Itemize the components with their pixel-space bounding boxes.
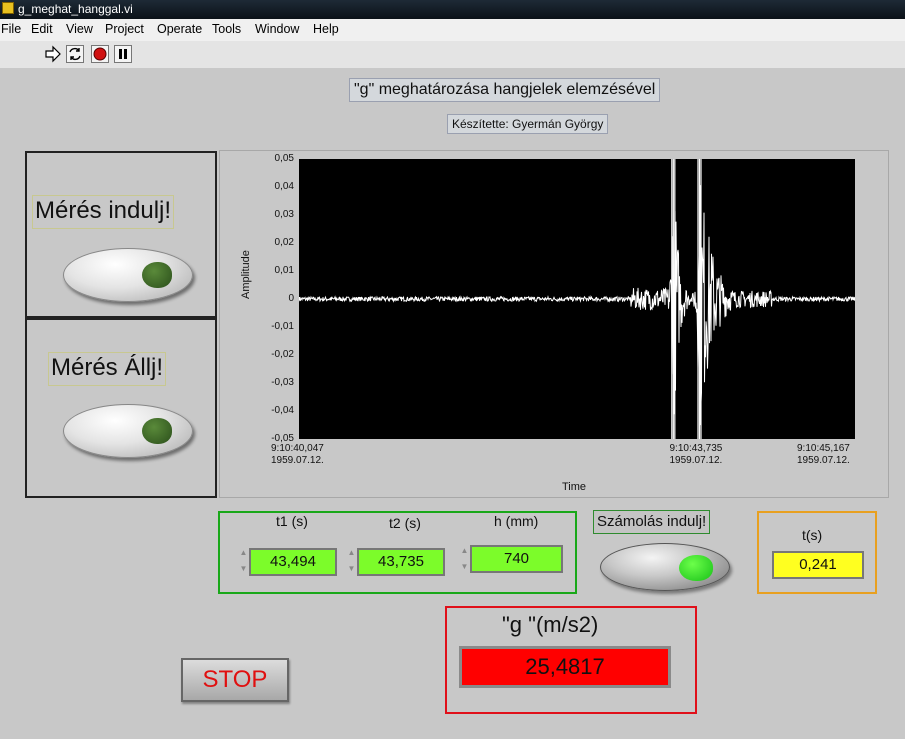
y-tick-label: 0,04: [274, 181, 294, 192]
stop-measurement-frame: Mérés Állj!: [25, 318, 217, 498]
menu-help[interactable]: Help: [313, 22, 339, 36]
y-tick-label: 0,03: [274, 209, 294, 220]
x-tick-label: 9:10:43,735 1959.07.12.: [669, 443, 723, 466]
x-axis-title: Time: [562, 481, 587, 493]
toolbar: [0, 41, 905, 69]
button-led-icon: [142, 262, 172, 288]
menu-bar: File Edit View Project Operate Tools Win…: [0, 19, 905, 41]
t-label: t(s): [802, 527, 823, 543]
abort-icon[interactable]: [91, 45, 109, 63]
front-panel: "g" meghatározása hangjelek elemzésével …: [0, 68, 905, 739]
menu-edit[interactable]: Edit: [31, 22, 53, 36]
t1-label: t1 (s): [276, 513, 308, 529]
page-title: "g" meghatározása hangjelek elemzésével: [349, 78, 661, 102]
waveform-plot: [298, 159, 856, 439]
waveform-trace: [298, 185, 856, 426]
plot-area[interactable]: [298, 159, 856, 439]
y-tick-label: -0,03: [271, 377, 294, 388]
labview-app-icon: [2, 2, 14, 14]
y-tick-label: -0,04: [271, 405, 294, 416]
menu-operate[interactable]: Operate: [157, 22, 202, 36]
decrement-icon[interactable]: ▼: [239, 562, 248, 576]
run-continuously-icon[interactable]: [66, 45, 84, 63]
menu-tools[interactable]: Tools: [212, 22, 241, 36]
input-controls-cluster: t1 (s) t2 (s) h (mm) ▲ ▼ 43,494 ▲ ▼ 43,7…: [218, 511, 577, 594]
calculate-button[interactable]: [600, 543, 730, 591]
decrement-icon[interactable]: ▼: [347, 562, 356, 576]
y-axis-title: Amplitude: [240, 250, 252, 299]
y-tick-label: -0,02: [271, 349, 294, 360]
y-tick-label: 0,01: [274, 265, 294, 276]
t2-spinner[interactable]: ▲ ▼: [347, 546, 356, 576]
h-input[interactable]: 740: [470, 545, 563, 573]
menu-window[interactable]: Window: [255, 22, 299, 36]
menu-file[interactable]: File: [1, 22, 21, 36]
x-tick-label: 9:10:45,167 1959.07.12.: [797, 443, 850, 466]
decrement-icon[interactable]: ▼: [460, 560, 469, 574]
t-indicator: 0,241: [772, 551, 864, 579]
h-spinner[interactable]: ▲ ▼: [460, 544, 469, 574]
button-led-icon: [142, 418, 172, 444]
start-measurement-label: Mérés indulj!: [32, 195, 175, 229]
window-titlebar: g_meghat_hanggal.vi: [0, 0, 905, 19]
g-label: "g "(m/s2): [502, 612, 599, 637]
author-label: Készítette: Gyermán György: [447, 114, 609, 134]
g-indicator-frame: "g "(m/s2) 25,4817: [445, 606, 697, 714]
y-tick-label: 0,02: [274, 237, 294, 248]
stop-measurement-label: Mérés Állj!: [48, 352, 167, 386]
menu-project[interactable]: Project: [105, 22, 144, 36]
h-label: h (mm): [494, 513, 539, 529]
start-measurement-button[interactable]: [63, 248, 193, 302]
window-title: g_meghat_hanggal.vi: [18, 2, 133, 16]
t2-input[interactable]: 43,735: [357, 548, 445, 576]
run-arrow-icon[interactable]: [44, 45, 62, 63]
g-indicator: 25,4817: [459, 646, 671, 688]
pause-icon[interactable]: [114, 45, 132, 63]
button-led-icon: [679, 555, 713, 581]
calculate-label: Számolás indulj!: [593, 510, 711, 534]
t1-input[interactable]: 43,494: [249, 548, 337, 576]
t2-label: t2 (s): [389, 515, 421, 531]
start-measurement-frame: Mérés indulj!: [25, 151, 217, 318]
increment-icon[interactable]: ▲: [460, 544, 469, 558]
stop-button[interactable]: STOP: [181, 658, 289, 702]
menu-view[interactable]: View: [66, 22, 93, 36]
y-tick-label: -0,01: [271, 321, 294, 332]
t-indicator-frame: t(s) 0,241: [757, 511, 877, 594]
y-tick-label: 0: [288, 293, 294, 304]
increment-icon[interactable]: ▲: [239, 546, 248, 560]
t1-spinner[interactable]: ▲ ▼: [239, 546, 248, 576]
x-tick-label: 9:10:40,047 1959.07.12.: [271, 443, 324, 466]
waveform-graph: 0,05 0,04 0,03 0,02 0,01 0 -0,01 -0,02 -0,03 -0,0…: [219, 150, 889, 498]
y-tick-label: 0,05: [274, 153, 294, 164]
increment-icon[interactable]: ▲: [347, 546, 356, 560]
stop-measurement-button[interactable]: [63, 404, 193, 458]
